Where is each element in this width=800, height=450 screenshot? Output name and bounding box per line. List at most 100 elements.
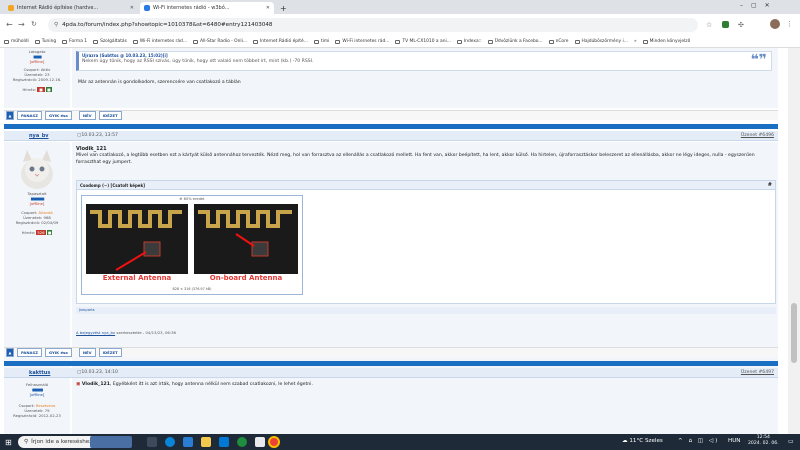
window-controls[interactable]: –▢✕ <box>740 2 778 9</box>
quote-header: Ujrazra (Subttss @ 10.03.23, 15:02)[i] <box>82 53 168 58</box>
reputation-badge[interactable]: ■ <box>37 87 45 92</box>
clock[interactable]: 12:54 2024. 02. 06. <box>748 435 779 447</box>
bookmark-item[interactable]: Tuning <box>34 39 56 44</box>
folder-icon <box>34 39 40 44</box>
tab-wifi-radio[interactable]: Wi-Fi internetes rádió - w3bó́... ✕ <box>140 2 274 14</box>
task-view-icon[interactable] <box>147 437 157 447</box>
quoted-user[interactable]: Vlodik_121 <box>82 382 110 387</box>
close-icon[interactable]: ✕ <box>130 5 134 11</box>
bookmark-item[interactable]: Hajdúböszörmény i... <box>574 39 628 44</box>
name-button[interactable]: NÉV <box>78 348 96 357</box>
bookmark-item[interactable]: All-Star Radio - Onli... <box>193 39 247 44</box>
quote-text: Nekem úgy tűnik, hogy az RSSI szívás, úg… <box>82 59 314 64</box>
profile-avatar[interactable] <box>770 19 780 29</box>
search-placeholder: Írjon ide a kereséshez <box>31 439 93 445</box>
close-icon[interactable]: ✕ <box>266 5 270 11</box>
back-icon[interactable]: ← <box>6 20 13 29</box>
reputation-plus[interactable]: ■ <box>46 230 53 235</box>
spoiler-link[interactable]: # <box>768 182 772 188</box>
system-tray-icons[interactable]: ^ ⌂ ◫ ◁) <box>678 438 719 444</box>
scroll-up-button[interactable]: ▲ <box>6 111 14 120</box>
tab-internet-radio[interactable]: Internet Rádió építése (hardve... ✕ <box>4 2 138 14</box>
site-info-icon[interactable]: ⚲ <box>54 22 58 28</box>
page-scrollbar[interactable] <box>788 48 800 434</box>
registration-date: Regisztráció: 2012-02-23 <box>13 413 61 418</box>
site-icon <box>456 39 462 44</box>
reputation-label: Hírnév: <box>21 230 37 235</box>
post-date: ▢10.03.23, 14:10 <box>77 370 118 375</box>
post-author-panel: Tapasztalt ■■■■■ [offline] Csoport: Álla… <box>4 142 70 380</box>
bookmark-item[interactable]: műholdi <box>4 39 29 44</box>
edit-note-text: szerkesztette - 04/13/23, 06:36 <box>115 330 176 335</box>
bookmark-item[interactable]: Forma 1 <box>62 39 87 44</box>
notifications-icon[interactable]: ▭ <box>788 438 794 445</box>
bookmark-item[interactable]: Wi-Fi internetes rád... <box>132 39 187 44</box>
site-icon <box>253 39 259 44</box>
reload-icon[interactable]: ↻ <box>31 20 37 28</box>
scrollbar-thumb[interactable] <box>791 303 797 363</box>
attached-image-frame[interactable]: ⊕ 60% eredet External Antenna On-board A… <box>81 195 303 295</box>
quote-button[interactable]: IDÉZET <box>98 348 122 357</box>
new-tab-button[interactable]: + <box>276 2 288 14</box>
app-icon[interactable] <box>237 437 247 447</box>
esp32-antenna-image <box>86 204 298 274</box>
author-link[interactable]: nya_bv <box>29 133 49 139</box>
reputation-badge[interactable]: 526 <box>36 230 46 235</box>
faq-button[interactable]: GYIK ésa <box>44 111 72 120</box>
site-icon <box>487 39 493 44</box>
scroll-up-button[interactable]: ▲ <box>6 348 14 357</box>
reputation-plus[interactable]: ■ <box>45 87 52 92</box>
forward-icon[interactable]: → <box>18 20 25 29</box>
language-indicator[interactable]: HUN <box>728 438 741 444</box>
bookmark-item[interactable]: Indexa:: <box>456 39 482 44</box>
bookmarks-overflow[interactable]: » <box>634 39 637 44</box>
extension-icon[interactable] <box>722 21 729 28</box>
spoiler-header[interactable]: Csodomp (~) [Csatolt képek] # <box>77 181 775 190</box>
post-body: Mivel van csatlakozó, a legtöbb esetben … <box>76 153 755 165</box>
address-bar[interactable]: ⚲ 4pda.to/forum/index.php?showtopic=1010… <box>48 18 698 32</box>
edit-note-link[interactable]: A bejegyzést nya_bv <box>76 330 115 335</box>
quote-link-icon[interactable]: ▣ <box>76 382 80 387</box>
chrome-icon[interactable] <box>255 437 265 447</box>
message-number[interactable]: Üzenet #6496 <box>741 133 774 138</box>
bookmark-item[interactable]: timi <box>313 39 329 44</box>
weather-widget[interactable]: ☁ 11°C Szeles <box>622 438 663 444</box>
folder-icon <box>132 39 138 44</box>
post-author-panel: Felhasználó ■■■■ [offline] Csoport: Resz… <box>4 379 70 434</box>
all-bookmarks[interactable]: Minden könyvjelző <box>642 39 690 44</box>
bookmark-item[interactable]: TV ML-CX1010 a ani... <box>395 39 451 44</box>
report-button[interactable]: PANASZ <box>17 348 42 357</box>
message-number[interactable]: Üzenet #6497 <box>741 370 774 375</box>
mail-icon[interactable] <box>219 437 229 447</box>
bookmark-item[interactable]: Internet Rádió építé... <box>253 39 308 44</box>
label-onboard-antenna: On-board Antenna <box>209 274 283 282</box>
quote-button[interactable]: IDÉZET <box>98 111 122 120</box>
store-icon[interactable] <box>183 437 193 447</box>
edge-icon[interactable] <box>165 437 175 447</box>
site-icon <box>335 39 341 44</box>
bookmark-item[interactable]: Szolgáltatás <box>93 39 127 44</box>
file-explorer-icon[interactable] <box>201 437 211 447</box>
chrome-active-icon[interactable] <box>268 436 280 448</box>
site-favicon-icon <box>8 5 14 11</box>
bookmark-item[interactable]: Üdvözlünk a Facebo... <box>487 39 543 44</box>
post-header: kakttus ▢10.03.23, 14:10 Üzenet #6497 <box>4 368 778 378</box>
bookmark-item[interactable]: nCore <box>548 39 569 44</box>
extensions-puzzle-icon[interactable]: ✣ <box>738 21 744 29</box>
star-icon <box>193 39 198 44</box>
quoted-user[interactable]: Vlodik_121 <box>76 146 107 152</box>
menu-icon[interactable]: ⋮ <box>786 20 793 28</box>
registration-date: Regisztráció: 2009.12.16. <box>12 77 62 82</box>
faq-button[interactable]: GYIK ésa <box>44 348 72 357</box>
report-button[interactable]: PANASZ <box>17 111 42 120</box>
name-button[interactable]: NÉV <box>78 111 96 120</box>
bookmark-star-icon[interactable]: ☆ <box>706 21 712 29</box>
bookmark-item[interactable]: Wi-Fi internetes rád... <box>335 39 389 44</box>
windows-start-icon[interactable]: ⊞ <box>5 438 12 447</box>
spoiler-footer[interactable]: Jsmparts <box>76 307 776 314</box>
author-link[interactable]: kakttus <box>29 370 50 376</box>
post-body: Már az antennán is gondolkodom, szerencs… <box>78 80 241 85</box>
avatar[interactable] <box>17 148 57 190</box>
reputation-label: Hírnév: <box>22 87 36 92</box>
browser-tab-bar: Internet Rádió építése (hardve... ✕ Wi-F… <box>0 0 800 14</box>
